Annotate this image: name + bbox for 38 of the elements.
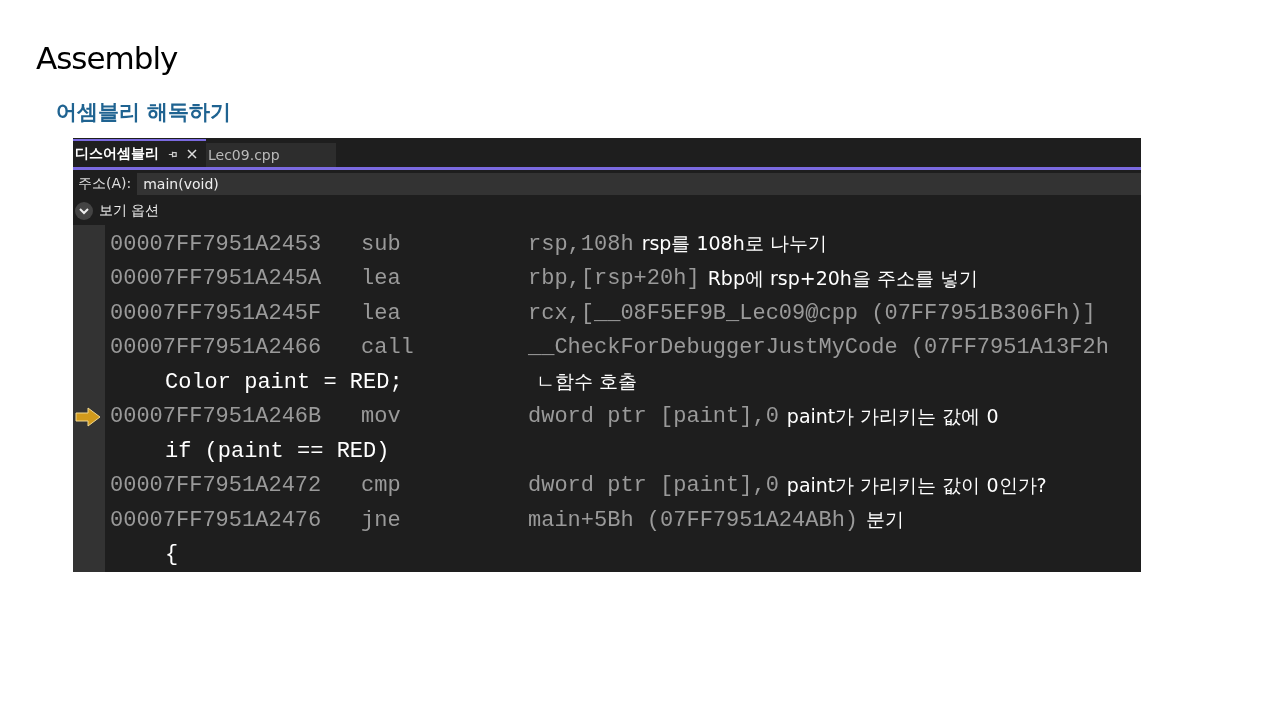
tab[interactable]: Lec09.cpp [206,143,336,168]
annotation: rsp를 108h로 나누기 [641,231,827,257]
address-field[interactable]: main(void) [137,172,1141,195]
instruction-address: 00007FF7951A2472 [110,473,323,499]
instruction-mnemonic: mov [361,404,402,430]
slide-title: Assembly [36,40,179,76]
instruction-operand: rsp,108h [528,231,634,257]
close-icon[interactable] [186,148,198,161]
instruction-address: 00007FF7951A245A [110,266,323,292]
annotation: paint가 가리키는 값이 0인가? [786,472,1047,498]
instruction-address: 00007FF7951A2466 [110,335,323,361]
instruction-mnemonic: lea [361,300,402,326]
annotation: ㄴ함수 호출 [536,369,638,395]
instruction-operand: main+5Bh (07FF7951A24ABh) [528,507,859,533]
instruction-mnemonic: jne [361,507,402,533]
instruction-mnemonic: sub [361,231,402,257]
source-line: Color paint = RED; [165,369,403,395]
view-options-label[interactable]: 보기 옵션 [99,202,160,221]
instruction-address: 00007FF7951A2453 [110,231,323,257]
slide-subtitle: 어셈블리 해독하기 [56,99,233,126]
source-line: if (paint == RED) [165,438,390,464]
instruction-address: 00007FF7951A2476 [110,507,323,533]
instruction-address: 00007FF7951A245F [110,300,323,326]
instruction-operand: __CheckForDebuggerJustMyCode (07FF7951A13F2h [528,335,1109,361]
instruction-operand: dword ptr [paint],0 [528,473,779,499]
instruction-operand: rcx,[__08F5EF9B_Lec09@cpp (07FF7951B306Fh)] [528,300,1096,326]
instruction-mnemonic: call [361,335,415,361]
instruction-address: 00007FF7951A246B [110,404,323,430]
address-label: 주소(A): [78,174,132,193]
instruction-operand: dword ptr [paint],0 [528,404,779,430]
annotation: 분기 [866,507,905,533]
instruction-operand: rbp,[rsp+20h] [528,266,700,292]
instruction-mnemonic: lea [361,266,402,292]
annotation: paint가 가리키는 값에 0 [786,403,999,429]
source-line: { [165,542,179,568]
annotation: Rbp에 rsp+20h을 주소를 넣기 [707,265,978,291]
instruction-mnemonic: cmp [361,473,402,499]
chevron-icon[interactable] [75,202,93,221]
